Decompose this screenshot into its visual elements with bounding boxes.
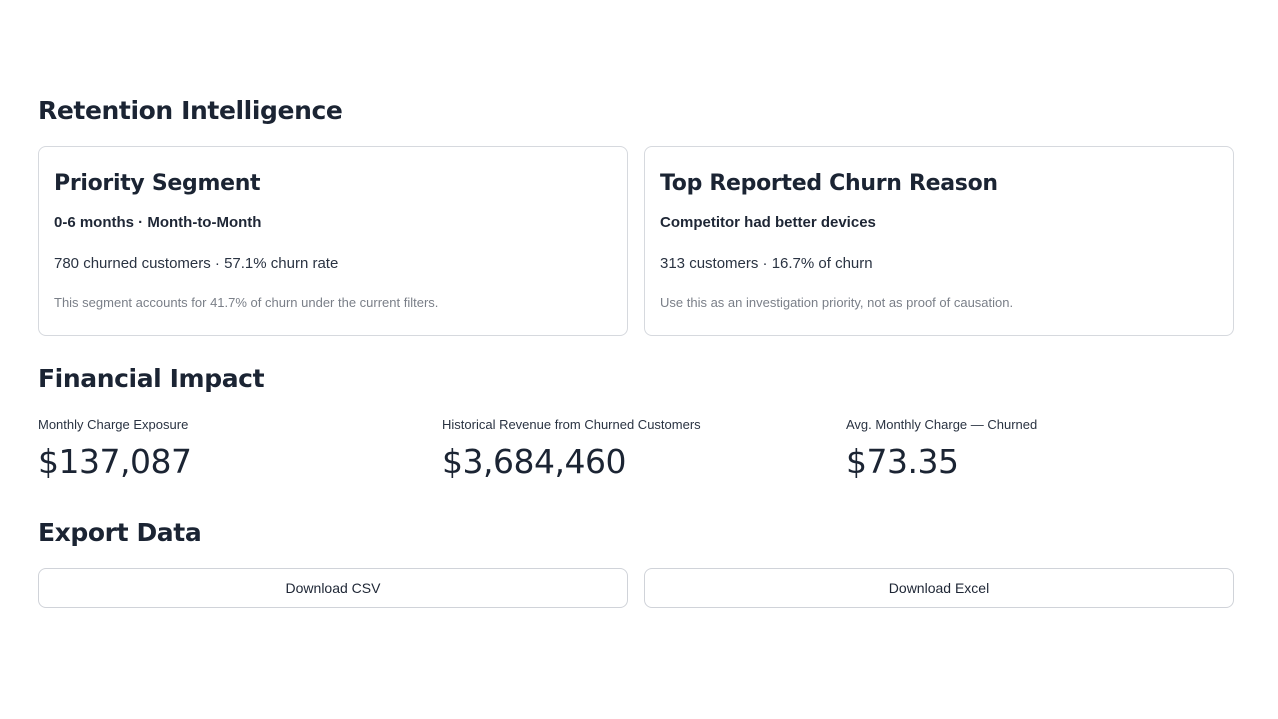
priority-segment-card: Priority Segment 0-6 months · Month-to-M… — [38, 146, 628, 336]
download-csv-button[interactable]: Download CSV — [38, 568, 628, 608]
export-buttons: Download CSV Download Excel — [38, 568, 1234, 608]
card-highlight: 0-6 months · Month-to-Month — [54, 214, 262, 231]
card-title: Priority Segment — [54, 171, 261, 196]
top-churn-reason-card: Top Reported Churn Reason Competitor had… — [644, 146, 1234, 336]
metric-label: Avg. Monthly Charge — Churned — [846, 417, 1038, 432]
metric-historical-revenue: Historical Revenue from Churned Customer… — [442, 416, 846, 482]
insight-cards: Priority Segment 0-6 months · Month-to-M… — [38, 146, 1234, 336]
export-data-heading: Export Data — [38, 518, 202, 547]
download-excel-button[interactable]: Download Excel — [644, 568, 1234, 608]
card-highlight: Competitor had better devices — [660, 214, 876, 231]
card-note: This segment accounts for 41.7% of churn… — [54, 295, 439, 310]
page: Retention Intelligence Priority Segment … — [0, 0, 1278, 719]
metric-value: $3,684,460 — [442, 442, 626, 481]
card-stats: 780 churned customers · 57.1% churn rate — [54, 255, 339, 272]
metric-avg-monthly-charge: Avg. Monthly Charge — Churned $73.35 — [846, 416, 1250, 482]
card-stats: 313 customers · 16.7% of churn — [660, 255, 873, 272]
financial-metrics: Monthly Charge Exposure $137,087 Histori… — [38, 416, 1250, 482]
retention-intelligence-heading: Retention Intelligence — [38, 96, 343, 125]
metric-value: $137,087 — [38, 442, 192, 481]
metric-label: Monthly Charge Exposure — [38, 417, 189, 432]
card-title: Top Reported Churn Reason — [660, 171, 998, 196]
metric-value: $73.35 — [846, 442, 959, 481]
metric-label: Historical Revenue from Churned Customer… — [442, 417, 701, 432]
metric-monthly-charge-exposure: Monthly Charge Exposure $137,087 — [38, 416, 442, 482]
financial-impact-heading: Financial Impact — [38, 364, 265, 393]
card-note: Use this as an investigation priority, n… — [660, 295, 1014, 310]
